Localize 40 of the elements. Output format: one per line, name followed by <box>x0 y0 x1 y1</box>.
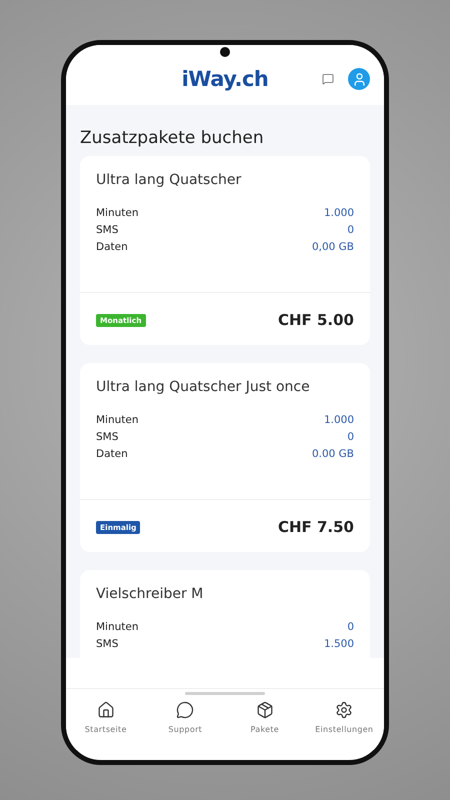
price: CHF 5.00 <box>278 311 354 329</box>
row-label: Minuten <box>96 206 139 221</box>
settings-icon <box>335 701 354 719</box>
row-label: Daten <box>96 447 128 462</box>
row-value: 0,00 GB <box>312 240 354 255</box>
price: CHF 7.50 <box>278 518 354 536</box>
page-title: Zusatzpakete buchen <box>80 128 265 148</box>
nav-label: Startseite <box>84 725 127 734</box>
row-value: 0 <box>347 620 354 635</box>
package-card[interactable]: Vielschreiber M Minuten 0 SMS 1.500 <box>80 570 370 658</box>
row-value: 1.000 <box>324 206 354 221</box>
row-value: 1.500 <box>324 637 354 652</box>
package-icon <box>256 701 274 719</box>
row-label: Minuten <box>96 620 139 635</box>
logo: iWay.ch <box>182 67 268 91</box>
message-icon[interactable] <box>322 73 334 85</box>
row-label: SMS <box>96 637 118 652</box>
package-name: Ultra lang Quatscher <box>96 172 242 188</box>
home-icon <box>96 701 115 719</box>
nav-item[interactable]: Einstellungen <box>309 701 380 750</box>
row-value: 0 <box>347 223 354 238</box>
person-icon <box>352 72 366 86</box>
nav-item[interactable]: Support <box>150 701 220 750</box>
package-name: Ultra lang Quatscher Just once <box>96 379 311 395</box>
row-label: Minuten <box>96 413 139 428</box>
nav-label: Einstellungen <box>315 725 374 734</box>
row-label: Daten <box>96 240 128 255</box>
row-label: SMS <box>96 430 118 445</box>
row-label: SMS <box>96 223 118 238</box>
row-value: 1.000 <box>324 413 354 428</box>
nav-label: Support <box>168 725 202 734</box>
nav-item[interactable]: Pakete <box>230 701 300 750</box>
nav-item[interactable]: Startseite <box>70 701 141 750</box>
profile-button[interactable] <box>348 68 370 90</box>
package-name: Vielschreiber M <box>96 586 204 602</box>
nav-label: Pakete <box>250 725 279 734</box>
drag-handle[interactable] <box>185 692 265 695</box>
row-value: 0.00 GB <box>312 447 354 462</box>
row-value: 0 <box>347 430 354 445</box>
chat-bubble-icon <box>176 701 194 719</box>
